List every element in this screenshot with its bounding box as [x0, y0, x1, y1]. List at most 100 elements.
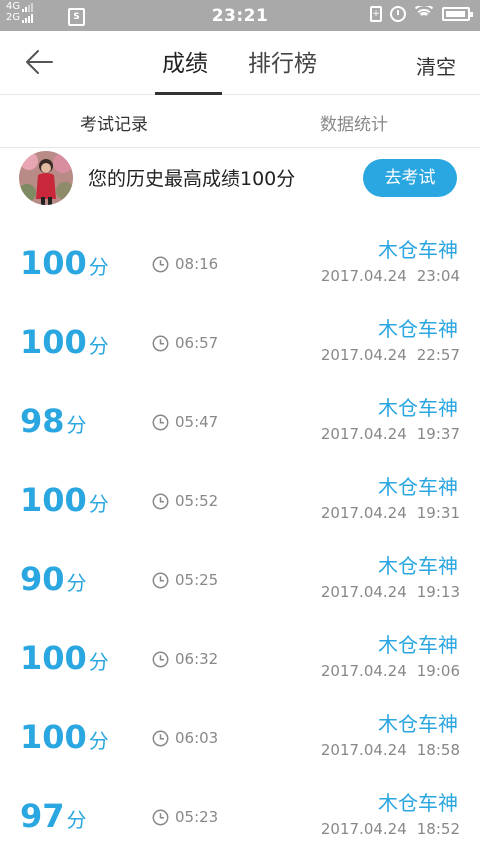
record-date: 2017.04.24 — [320, 346, 407, 364]
sub-tabs: 考试记录 数据统计 — [0, 95, 480, 148]
tab-score[interactable]: 成绩 — [162, 50, 208, 78]
record-row[interactable]: 100 分 06:32 木仓车神 2017.04.24 19:06 — [0, 620, 480, 699]
clock-icon — [152, 493, 169, 509]
duration-value: 05:23 — [175, 808, 219, 826]
record-datetime: 2017.04.24 19:31 — [321, 504, 460, 522]
score-value: 100 — [20, 244, 87, 282]
tab-data-statistics[interactable]: 数据统计 — [320, 110, 388, 135]
record-datetime: 2017.04.24 22:57 — [321, 346, 460, 364]
alarm-icon — [390, 6, 406, 22]
score-value: 90 — [20, 560, 65, 598]
record-row[interactable]: 98 分 05:47 木仓车神 2017.04.24 19:37 — [0, 383, 480, 462]
battery-icon — [442, 7, 473, 21]
score-unit: 分 — [66, 571, 87, 595]
record-row[interactable]: 100 分 06:57 木仓车神 2017.04.24 22:57 — [0, 304, 480, 383]
duration-value: 06:32 — [175, 650, 219, 668]
record-date: 2017.04.24 — [320, 504, 407, 522]
wifi-icon — [414, 6, 434, 22]
record-datetime: 2017.04.24 18:58 — [321, 741, 460, 759]
score-unit: 分 — [88, 255, 109, 279]
record-date: 2017.04.24 — [320, 662, 407, 680]
record-date: 2017.04.24 — [320, 741, 407, 759]
duration-value: 05:52 — [175, 492, 219, 510]
record-row[interactable]: 100 分 08:16 木仓车神 2017.04.24 23:04 — [0, 225, 480, 304]
record-time: 19:37 — [416, 425, 460, 443]
record-duration: 06:32 — [152, 650, 218, 668]
score-unit: 分 — [66, 808, 87, 832]
take-exam-button[interactable]: 去考试 — [363, 159, 457, 197]
record-username: 木仓车神 — [378, 633, 458, 657]
clock-icon — [152, 256, 169, 272]
clock-icon — [152, 730, 169, 746]
record-username: 木仓车神 — [378, 317, 458, 341]
record-username: 木仓车神 — [378, 475, 458, 499]
record-time: 23:04 — [416, 267, 460, 285]
clock-icon — [152, 414, 169, 430]
record-score: 100 分 — [20, 324, 109, 364]
clock-icon — [152, 651, 169, 667]
record-score: 100 分 — [20, 482, 109, 522]
record-duration: 05:25 — [152, 571, 218, 589]
battery-saver-icon: + — [370, 6, 382, 22]
clock-icon — [152, 572, 169, 588]
duration-value: 08:16 — [175, 255, 219, 273]
score-unit: 分 — [88, 650, 109, 674]
back-arrow-icon[interactable] — [22, 45, 58, 79]
record-date: 2017.04.24 — [320, 820, 407, 838]
record-score: 97 分 — [20, 798, 87, 838]
record-time: 18:52 — [416, 820, 460, 838]
record-time: 19:13 — [416, 583, 460, 601]
record-row[interactable]: 97 分 05:23 木仓车神 2017.04.24 18:52 — [0, 778, 480, 857]
record-duration: 05:52 — [152, 492, 218, 510]
record-time: 19:31 — [416, 504, 460, 522]
clock-icon — [152, 809, 169, 825]
record-row[interactable]: 100 分 06:03 木仓车神 2017.04.24 18:58 — [0, 699, 480, 778]
exam-record-list: 100 分 08:16 木仓车神 2017.04.24 23:04 100 分 06:57 木仓车… — [0, 225, 480, 857]
app-header: 成绩 排行榜 清空 — [0, 31, 480, 95]
record-username: 木仓车神 — [378, 554, 458, 578]
duration-value: 05:47 — [175, 413, 219, 431]
duration-value: 06:03 — [175, 729, 219, 747]
status-bar: 4G 2G S 23:21 + — [0, 0, 480, 31]
record-datetime: 2017.04.24 19:13 — [321, 583, 460, 601]
duration-value: 05:25 — [175, 571, 219, 589]
tab-exam-records[interactable]: 考试记录 — [80, 110, 148, 135]
record-duration: 06:57 — [152, 334, 218, 352]
record-username: 木仓车神 — [378, 396, 458, 420]
record-score: 90 分 — [20, 561, 87, 601]
record-score: 100 分 — [20, 719, 109, 759]
best-score-banner: 您的历史最高成绩100分 去考试 — [0, 148, 480, 208]
record-date: 2017.04.24 — [320, 583, 407, 601]
record-score: 100 分 — [20, 245, 109, 285]
record-score: 100 分 — [20, 640, 109, 680]
score-value: 100 — [20, 323, 87, 361]
duration-value: 06:57 — [175, 334, 219, 352]
score-unit: 分 — [66, 413, 87, 437]
record-time: 19:06 — [416, 662, 460, 680]
score-value: 98 — [20, 402, 65, 440]
score-value: 100 — [20, 481, 87, 519]
clear-button[interactable]: 清空 — [416, 51, 456, 80]
record-datetime: 2017.04.24 19:37 — [321, 425, 460, 443]
score-unit: 分 — [88, 492, 109, 516]
record-username: 木仓车神 — [378, 238, 458, 262]
record-time: 18:58 — [416, 741, 460, 759]
record-date: 2017.04.24 — [320, 267, 407, 285]
record-time: 22:57 — [416, 346, 460, 364]
score-unit: 分 — [88, 729, 109, 753]
record-date: 2017.04.24 — [320, 425, 407, 443]
score-value: 97 — [20, 797, 65, 835]
record-row[interactable]: 90 分 05:25 木仓车神 2017.04.24 19:13 — [0, 541, 480, 620]
score-value: 100 — [20, 718, 87, 756]
record-datetime: 2017.04.24 18:52 — [321, 820, 460, 838]
record-username: 木仓车神 — [378, 712, 458, 736]
record-duration: 08:16 — [152, 255, 218, 273]
record-row[interactable]: 100 分 05:52 木仓车神 2017.04.24 19:31 — [0, 462, 480, 541]
avatar — [19, 151, 73, 205]
record-datetime: 2017.04.24 23:04 — [321, 267, 460, 285]
tab-leaderboard[interactable]: 排行榜 — [248, 50, 317, 78]
best-score-text: 您的历史最高成绩100分 — [88, 168, 296, 190]
record-duration: 05:47 — [152, 413, 218, 431]
record-duration: 06:03 — [152, 729, 218, 747]
record-duration: 05:23 — [152, 808, 218, 826]
